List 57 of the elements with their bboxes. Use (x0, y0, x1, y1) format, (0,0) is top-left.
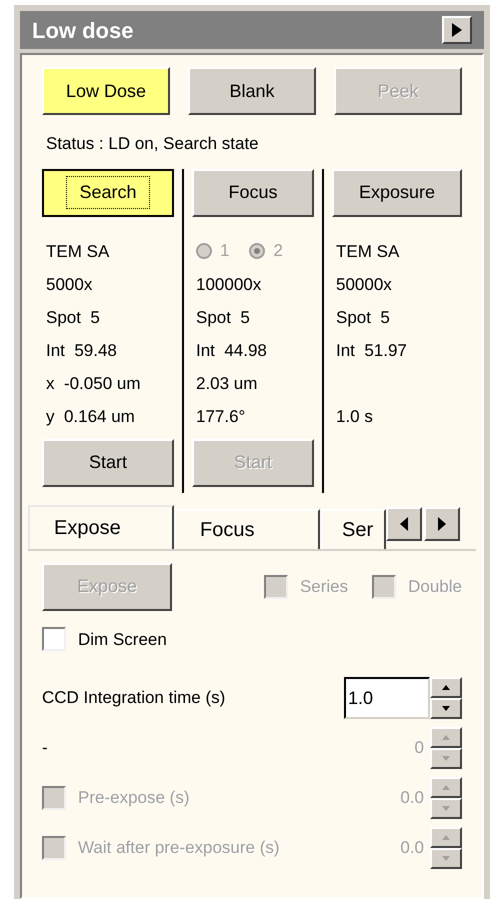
scroll-right-button[interactable] (424, 506, 460, 540)
tab[interactable]: Expose (28, 504, 174, 548)
info-line: 177.6° (196, 406, 246, 428)
mode-button[interactable]: Low Dose (42, 67, 170, 115)
setting-label: Pre-expose (s) (78, 787, 190, 810)
tab[interactable]: Focus (174, 508, 320, 548)
state-button[interactable]: Search (42, 168, 174, 216)
info-line: 2.03 um (196, 372, 258, 394)
down-arrow-icon (442, 806, 450, 811)
info-line: 50000x (336, 274, 393, 296)
expand-button[interactable] (442, 16, 472, 44)
info-line: Spot 5 (46, 306, 101, 328)
state-button[interactable]: Focus (192, 168, 314, 216)
checkbox-label: Series (300, 576, 348, 598)
info-line: Int 51.97 (336, 340, 408, 362)
status-text: Status : LD on, Search state (45, 133, 260, 155)
up-arrow-icon (442, 735, 450, 740)
info-line: 1.0 s (336, 406, 374, 428)
up-arrow-icon (442, 785, 450, 790)
window-title: Low dose (32, 16, 134, 44)
input-field[interactable]: 1.0 (344, 677, 430, 719)
value-readout: 0.0 (399, 837, 425, 860)
checkbox[interactable] (42, 627, 66, 652)
mode-button[interactable]: Blank (188, 67, 316, 115)
info-line: 100000x (196, 274, 262, 296)
down-arrow-icon (442, 856, 450, 861)
checkbox-label: Dim Screen (78, 628, 167, 650)
info-line: Int 44.98 (196, 340, 268, 362)
info-line: Int 59.48 (46, 340, 118, 362)
setting-label: CCD Integration time (s) (42, 687, 226, 710)
info-line: y 0.164 um (46, 406, 136, 428)
checkbox-label: Double (408, 576, 462, 598)
info-line: TEM SA (46, 240, 110, 262)
info-line: 5000x (46, 274, 94, 296)
setting-label: - (42, 737, 48, 760)
state-button[interactable]: Exposure (332, 168, 462, 216)
info-line: Spot 5 (196, 306, 251, 328)
tab[interactable]: Ser (320, 508, 386, 548)
spinner-control[interactable] (430, 727, 462, 769)
triangle-right-icon (452, 23, 462, 37)
value-readout: 0 (414, 737, 425, 760)
triangle-left-icon (400, 516, 408, 530)
triangle-right-icon (438, 516, 446, 530)
up-arrow-icon (442, 835, 450, 840)
start-button[interactable]: Start (42, 438, 174, 486)
info-line: TEM SA (336, 240, 400, 262)
spinner-control[interactable] (430, 777, 462, 819)
scroll-left-button[interactable] (386, 506, 422, 540)
value-readout: 0.0 (399, 787, 425, 810)
down-arrow-icon (442, 706, 450, 711)
up-arrow-icon (442, 685, 450, 690)
info-line: Spot 5 (336, 306, 391, 328)
spinner-control[interactable] (430, 677, 462, 719)
down-arrow-icon (442, 756, 450, 761)
setting-label: Wait after pre-exposure (s) (78, 837, 280, 860)
spinner-control[interactable] (430, 827, 462, 869)
info-line: x -0.050 um (46, 372, 142, 394)
